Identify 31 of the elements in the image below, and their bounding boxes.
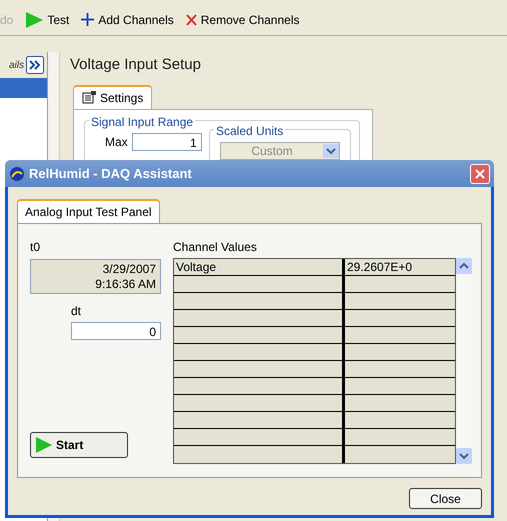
section-title: Voltage Input Setup xyxy=(70,55,202,75)
settings-tab[interactable]: Settings xyxy=(73,84,152,108)
panel-label: ails xyxy=(8,58,24,72)
x-icon xyxy=(186,14,197,26)
close-button[interactable]: Close xyxy=(409,488,482,509)
scroll-down-icon[interactable] xyxy=(456,448,472,464)
expand-icon[interactable] xyxy=(26,56,44,74)
panel-tab[interactable]: Analog Input Test Panel xyxy=(17,199,160,223)
window-title: RelHumid - DAQ Assistant xyxy=(29,164,193,183)
play-icon xyxy=(36,437,52,453)
t0-label: t0 xyxy=(30,239,42,256)
scroll-up-icon[interactable] xyxy=(456,258,472,274)
t0-field: 3/29/2007 9:16:36 AM xyxy=(30,259,161,294)
toolbar-button[interactable]: Test xyxy=(25,10,70,28)
play-icon xyxy=(25,12,44,28)
dt-label: dt xyxy=(71,303,82,320)
settings-icon xyxy=(82,91,96,104)
plus-icon xyxy=(81,13,94,26)
scrollbar[interactable] xyxy=(456,258,472,464)
app-icon xyxy=(9,166,25,182)
dt-field[interactable]: 0 xyxy=(71,322,161,340)
chevron-down-icon xyxy=(323,144,339,158)
start-button[interactable]: Start xyxy=(30,432,128,458)
table-cell-text: 29.2607E+0 xyxy=(346,259,414,275)
table-cell: Voltage xyxy=(174,259,345,275)
toolbar-button[interactable]: Remove Channels xyxy=(186,10,300,28)
channel-values-label: Channel Values xyxy=(173,239,258,256)
toolbar-button[interactable]: Add Channels xyxy=(81,10,174,28)
max-field[interactable]: 1 xyxy=(132,133,202,151)
close-icon[interactable] xyxy=(470,164,490,184)
max-label: Max xyxy=(105,134,128,151)
